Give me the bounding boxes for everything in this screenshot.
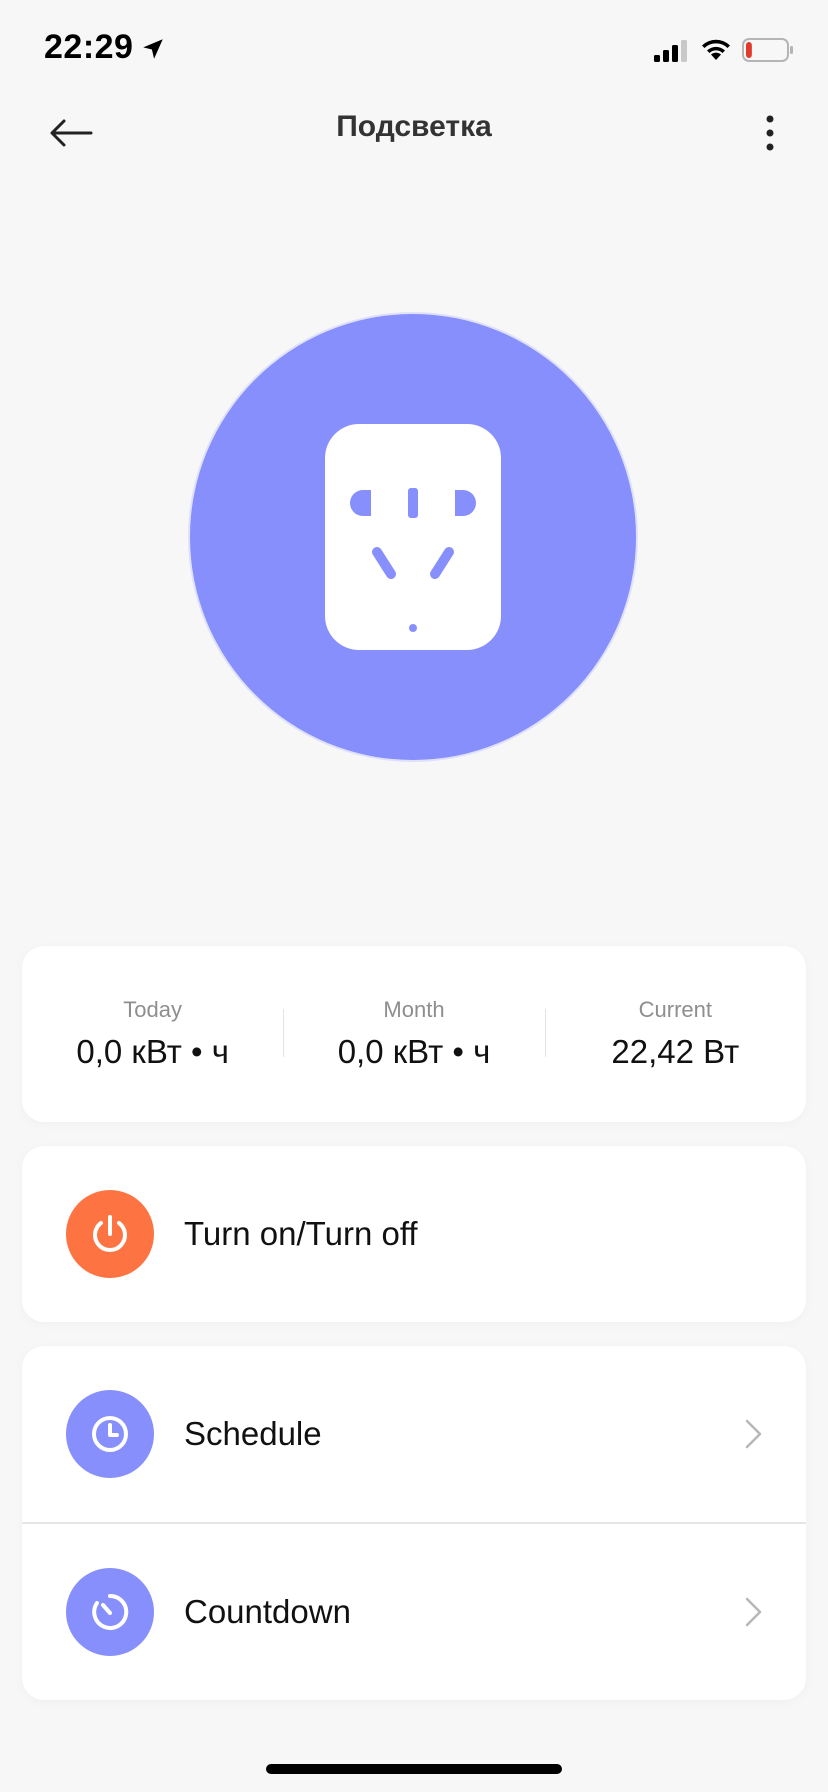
power-label: Turn on/Turn off	[184, 1215, 418, 1252]
countdown-row[interactable]: Countdown	[22, 1524, 806, 1700]
more-options-button[interactable]	[750, 106, 790, 160]
power-button[interactable]	[66, 1190, 154, 1278]
stat-value: 22,42 Вт	[611, 1033, 740, 1070]
chevron-right-icon	[745, 1597, 762, 1627]
clock-icon	[92, 1416, 128, 1452]
device-power-circle[interactable]	[190, 314, 636, 760]
schedule-row[interactable]: Schedule	[22, 1346, 806, 1522]
page-title: Подсветка	[336, 110, 492, 143]
stat-current: Current 22,42 Вт	[544, 997, 806, 1071]
countdown-icon-badge	[66, 1568, 154, 1656]
schedule-label: Schedule	[184, 1415, 322, 1452]
power-toggle-row[interactable]: Turn on/Turn off	[22, 1146, 806, 1322]
battery-icon	[742, 38, 793, 62]
stat-today: Today 0,0 кВт • ч	[22, 997, 283, 1071]
home-indicator[interactable]	[266, 1764, 562, 1774]
stat-value: 0,0 кВт • ч	[76, 1033, 229, 1070]
stat-label: Month	[383, 997, 445, 1022]
more-vertical-icon	[766, 115, 774, 151]
power-toggle-card: Turn on/Turn off	[22, 1146, 806, 1322]
cellular-signal-icon	[654, 40, 687, 62]
chevron-right-icon	[745, 1419, 762, 1449]
status-bar: 22:29	[0, 0, 828, 100]
energy-stats-card: Today 0,0 кВт • ч Month 0,0 кВт • ч Curr…	[22, 946, 806, 1122]
countdown-label: Countdown	[184, 1593, 351, 1630]
location-arrow-icon	[143, 39, 163, 59]
timer-icon	[92, 1593, 129, 1630]
nav-bar: Подсветка	[0, 100, 828, 166]
stat-value: 0,0 кВт • ч	[337, 1033, 491, 1070]
wifi-icon	[702, 39, 730, 60]
schedule-icon-badge	[66, 1390, 154, 1478]
power-icon	[93, 1215, 127, 1252]
stat-label: Today	[123, 997, 183, 1022]
stat-label: Current	[638, 997, 712, 1022]
socket-icon	[325, 424, 501, 650]
stat-month: Month 0,0 кВт • ч	[283, 997, 544, 1071]
timer-options-card: Schedule Countdown	[22, 1346, 806, 1700]
status-time: 22:29	[44, 28, 134, 66]
